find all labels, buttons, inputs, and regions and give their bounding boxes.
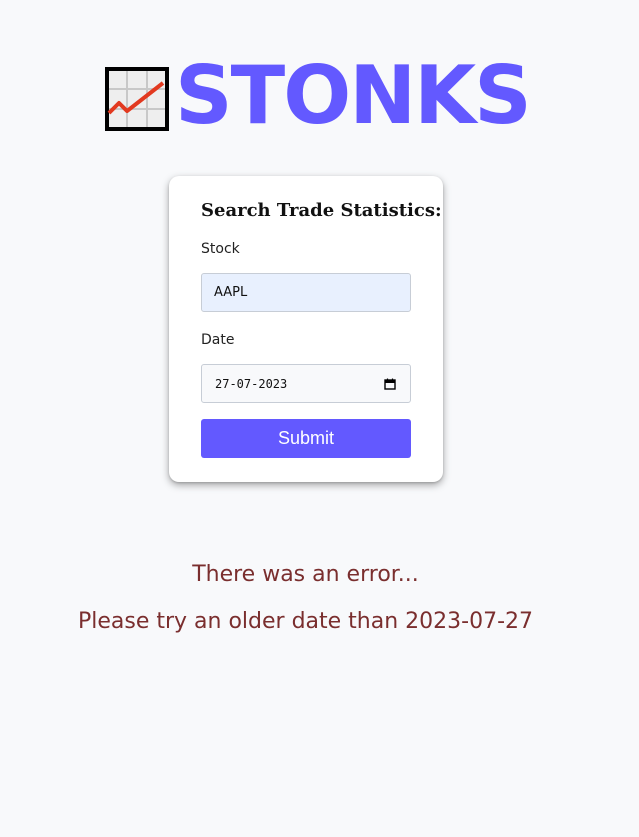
calendar-icon[interactable] (384, 378, 396, 390)
error-detail: Please try an older date than 2023-07-27 (77, 609, 534, 634)
stock-input[interactable]: AAPL (201, 273, 411, 312)
date-input[interactable]: 27-07-2023 (201, 364, 411, 403)
stock-input-value: AAPL (214, 285, 248, 300)
date-input-value: 27-07-2023 (215, 376, 288, 391)
search-form-card: Search Trade Statistics: Stock AAPL Date… (169, 176, 443, 482)
chart-increasing-icon (105, 67, 169, 131)
brand-title: STONKS (175, 49, 532, 142)
submit-button[interactable]: Submit (201, 419, 411, 458)
form-title: Search Trade Statistics: (201, 200, 442, 221)
date-label: Date (201, 332, 235, 348)
page: STONKS Search Trade Statistics: Stock AA… (0, 0, 639, 837)
stock-label: Stock (201, 241, 240, 257)
header: STONKS (105, 49, 532, 142)
error-title: There was an error... (192, 562, 419, 587)
